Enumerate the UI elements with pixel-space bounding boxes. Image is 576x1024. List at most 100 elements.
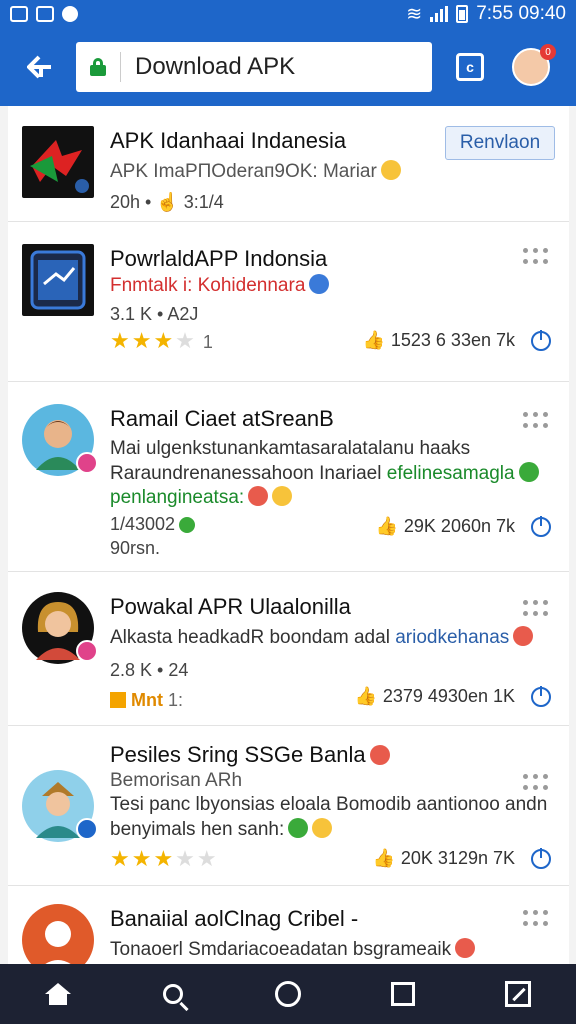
nav-edit-button[interactable] (494, 970, 542, 1018)
list-item[interactable]: PowrlaldAPP Indonsia Fnmtalk i: Kohidenn… (8, 222, 569, 382)
bottom-navigation (0, 964, 576, 1024)
back-button[interactable] (14, 41, 66, 93)
emoji-icon (288, 818, 309, 838)
meta-text: 1/43002 (110, 514, 176, 534)
apk-list: APK Idanhaai Indanesia APK ImaPПOderaп9O… (8, 106, 569, 964)
wifi-icon: ≋ (406, 3, 423, 25)
list-item[interactable]: Pesiles Sring SSGe Banla Bemorisan ARh T… (8, 726, 569, 886)
thumbs-up-icon: 👍 (354, 686, 377, 706)
description-text: benyimals hen sanh: (110, 819, 285, 840)
app-thumbnail (22, 126, 94, 198)
search-icon (162, 984, 183, 1004)
url-bar[interactable]: Download APK (76, 42, 432, 92)
toolbar: Download APK c 0 (0, 28, 576, 106)
power-icon[interactable] (531, 847, 551, 869)
emoji-icon (455, 938, 476, 958)
badge-icon (110, 692, 126, 708)
back-arrow-icon (27, 55, 51, 79)
notification-image-icon (36, 6, 54, 22)
star-rating: ★★★★ 1 (110, 328, 213, 353)
home-icon (44, 983, 71, 1005)
description-text: APK ImaPПOderaп9OK: Mariar (110, 161, 377, 182)
notification-badge: 0 (540, 44, 556, 60)
nav-circle-button[interactable] (264, 970, 312, 1018)
item-badge: Mnt 1: (110, 690, 183, 711)
status-time: 7:55 09:40 (476, 3, 566, 24)
status-bar: ≋ 7:55 09:40 (0, 0, 576, 28)
item-title: Ramail Ciaet atSreanB (110, 406, 334, 431)
avatar (22, 404, 98, 476)
nav-search-button[interactable] (149, 970, 197, 1018)
item-description: APK ImaPПOderaп9OK: Mariar (110, 160, 401, 183)
item-stats: 👍 2379 4930en 1K (354, 685, 551, 707)
emoji-icon (380, 160, 401, 180)
thumbs-up-icon: 👍 (372, 848, 395, 868)
power-icon[interactable] (531, 329, 551, 351)
thumbs-up-icon: 👍 (375, 516, 398, 536)
more-options-button[interactable] (523, 774, 551, 792)
item-stats: 👍 29K 2060n 7k (375, 515, 551, 537)
title-text: Pesiles Sring SSGe Banla (110, 742, 366, 767)
thumbs-up-icon: 👍 (362, 330, 385, 350)
power-icon[interactable] (531, 685, 551, 707)
list-item[interactable]: Ramail Ciaet atSreanB Mai ulgenkstunanka… (8, 382, 569, 572)
tablet-app-icon (30, 250, 86, 310)
item-meta: 2.8 K • 24 (110, 660, 189, 680)
item-meta: 20h • ☝ 3:1/4 (110, 192, 224, 212)
status-right-icons: ≋ 7:55 09:40 (406, 3, 566, 26)
list-item[interactable]: Powakal APR Ulaalonilla Alkasta headkadR… (8, 572, 569, 726)
profile-avatar-button[interactable]: 0 (512, 44, 556, 86)
item-subtitle: Bemorisan ARh (110, 770, 243, 791)
edit-icon (505, 981, 532, 1007)
person-avatar-icon (45, 921, 71, 964)
stats-text: 29K 2060n 7k (403, 516, 515, 536)
app-logo-icon (30, 140, 89, 193)
avatar (22, 592, 98, 664)
more-options-button[interactable] (523, 248, 551, 266)
badge-num: 1: (168, 690, 184, 710)
highlight-text: efelinesamagla (386, 463, 515, 484)
signal-icon (430, 6, 449, 22)
square-icon (391, 982, 416, 1006)
download-button[interactable]: Renvlaon (445, 126, 555, 160)
nav-recents-button[interactable] (379, 970, 427, 1018)
notification-n-icon (10, 6, 28, 22)
description-text: Alkasta headkadR boondam adal (110, 627, 396, 648)
emoji-icon (369, 745, 390, 765)
item-description: Alkasta headkadR boondam adal ariodkehan… (110, 626, 534, 649)
nav-home-button[interactable] (34, 970, 82, 1018)
more-options-button[interactable] (523, 600, 551, 618)
power-icon[interactable] (531, 515, 551, 537)
lock-icon (90, 58, 106, 76)
subtitle-text: Fnmtalk i: Kohidennara (110, 275, 306, 296)
item-meta-2: 90rsn. (110, 538, 161, 558)
star-rating: ★★★★★ (110, 846, 219, 871)
tabs-button[interactable]: c (456, 53, 484, 81)
avatar (22, 904, 94, 964)
emoji-icon (312, 818, 333, 838)
rating-value: 1 (202, 332, 213, 352)
item-stats: 👍 20K 3129n 7K (372, 847, 551, 869)
stats-text: 20K 3129n 7K (400, 848, 515, 868)
battery-icon (456, 5, 469, 23)
item-subtitle: Fnmtalk i: Kohidennara (110, 274, 330, 297)
avatar-badge-icon (76, 818, 98, 840)
item-title: Pesiles Sring SSGe Banla (110, 742, 390, 768)
url-text: Download APK (135, 53, 296, 80)
status-icon (179, 517, 196, 533)
notification-dot-icon (62, 6, 78, 22)
more-options-button[interactable] (523, 412, 551, 430)
item-description: Mai ulgenkstunankamtasaralatalanu haaks (110, 438, 471, 459)
app-thumbnail (22, 244, 94, 316)
url-separator (120, 52, 121, 82)
item-title: Powakal APR Ulaalonilla (110, 594, 351, 619)
stats-text: 2379 4930en 1K (382, 686, 515, 706)
highlight-text: ariodkehanas (395, 627, 510, 648)
status-left-icons (10, 6, 78, 22)
more-options-button[interactable] (523, 910, 551, 928)
item-meta: 3.1 K • A2J (110, 304, 199, 324)
list-item[interactable]: Banaiial aolClnag Cribel - Tonaoerl Smda… (8, 886, 569, 964)
emoji-icon (248, 486, 269, 506)
list-item[interactable]: APK Idanhaai Indanesia APK ImaPПOderaп9O… (8, 106, 569, 222)
item-stats: 👍 1523 6 33en 7k (362, 329, 551, 351)
